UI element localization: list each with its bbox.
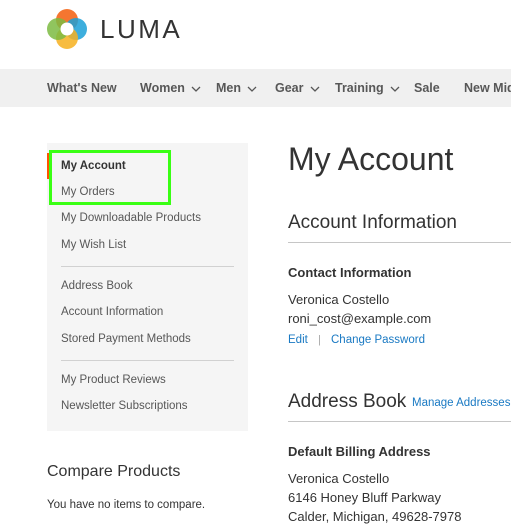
manage-addresses-link[interactable]: Manage Addresses xyxy=(412,397,510,409)
chevron-down-icon xyxy=(247,86,257,92)
sidebar-item-product-reviews[interactable]: My Product Reviews xyxy=(61,374,166,386)
nav-item-label: Sale xyxy=(414,81,440,95)
nav-item-label: What's New xyxy=(47,81,117,95)
highlight-box xyxy=(49,150,171,205)
luma-logo-icon xyxy=(47,9,87,49)
sidebar-divider xyxy=(61,360,234,361)
main-navigation: What's New Women Men Gear Training Sale … xyxy=(0,69,511,107)
link-separator: | xyxy=(318,334,321,346)
luma-logo[interactable]: LUMA xyxy=(47,9,182,49)
logo-text: LUMA xyxy=(100,13,183,44)
address-book-title: Address Book xyxy=(288,391,407,412)
billing-address-line: Veronica Costello xyxy=(288,471,390,486)
sidebar-item-downloadable-products[interactable]: My Downloadable Products xyxy=(61,212,201,224)
section-divider xyxy=(288,242,511,243)
page-title: My Account xyxy=(288,141,454,177)
nav-item-sale[interactable]: Sale xyxy=(414,69,440,107)
sidebar-divider xyxy=(61,266,234,267)
nav-item-label: Gear xyxy=(275,81,304,95)
nav-item-label: Training xyxy=(335,81,384,95)
billing-address-line: 6146 Honey Bluff Parkway xyxy=(288,490,441,505)
sidebar-item-stored-payment-methods[interactable]: Stored Payment Methods xyxy=(61,333,191,345)
account-information-title: Account Information xyxy=(288,212,457,233)
nav-item-new-mid[interactable]: New Mid xyxy=(464,69,511,107)
contact-information-title: Contact Information xyxy=(288,265,412,280)
nav-item-gear[interactable]: Gear xyxy=(275,69,320,107)
nav-item-men[interactable]: Men xyxy=(216,69,257,107)
nav-item-label: Men xyxy=(216,81,241,95)
nav-item-training[interactable]: Training xyxy=(335,69,400,107)
sidebar-item-account-information[interactable]: Account Information xyxy=(61,306,163,318)
chevron-down-icon xyxy=(191,86,201,92)
compare-empty-message: You have no items to compare. xyxy=(47,499,206,511)
chevron-down-icon xyxy=(390,86,400,92)
edit-link[interactable]: Edit xyxy=(288,334,308,346)
customer-email: roni_cost@example.com xyxy=(288,311,432,326)
compare-products-title: Compare Products xyxy=(47,463,181,480)
default-billing-address-title: Default Billing Address xyxy=(288,444,431,459)
section-divider xyxy=(288,421,511,422)
customer-name: Veronica Costello xyxy=(288,292,390,307)
change-password-link[interactable]: Change Password xyxy=(331,334,425,346)
sidebar-item-address-book[interactable]: Address Book xyxy=(61,280,133,292)
nav-item-women[interactable]: Women xyxy=(140,69,201,107)
nav-item-label: Women xyxy=(140,81,185,95)
chevron-down-icon xyxy=(310,86,320,92)
sidebar-item-newsletter-subscriptions[interactable]: Newsletter Subscriptions xyxy=(61,400,188,412)
sidebar-item-wish-list[interactable]: My Wish List xyxy=(61,239,126,251)
nav-item-label: New Mid xyxy=(464,81,511,95)
nav-item-whats-new[interactable]: What's New xyxy=(47,69,117,107)
